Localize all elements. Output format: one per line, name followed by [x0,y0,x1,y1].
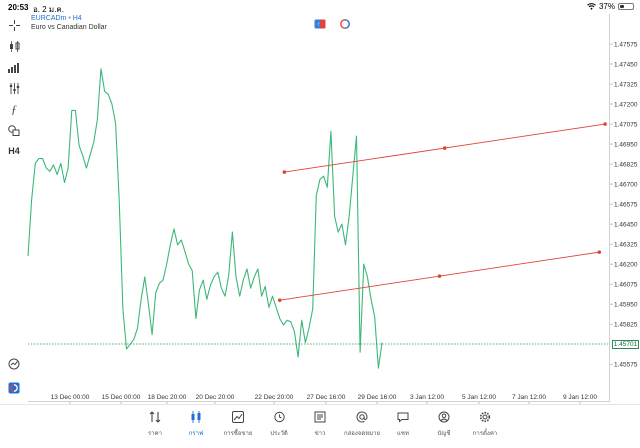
left-toolbar: ƒ H4 [0,14,28,402]
nav-news[interactable]: ข่าว [300,410,340,440]
battery-icon [618,3,634,10]
nav-mailbox-label: กล่องจดหมาย [343,431,381,437]
objects-shapes-icon[interactable] [7,123,21,137]
price-axis-label: 1.46450 [614,221,638,228]
candlestick-chart-icon[interactable] [7,39,21,53]
status-bar: 20:53 อ. 2 ม.ค. 37% [0,0,640,14]
trade-icon[interactable] [7,381,21,395]
symbol-timeframe: H4 [72,15,82,22]
nav-account[interactable]: บัญชี [424,410,464,440]
symbol-description: Euro vs Canadian Dollar [31,24,107,31]
status-time: 20:53 [8,3,29,12]
history-icon [272,410,286,424]
chart-overview-icon[interactable] [7,357,21,371]
nav-history-label: ประวัติ [270,431,288,437]
nav-history[interactable]: ประวัติ [259,410,299,440]
account-icon [437,410,451,424]
nav-account-label: บัญชี [437,431,451,437]
gear-icon [478,410,492,424]
price-axis-label: 1.47575 [614,41,638,48]
chart-area[interactable] [28,14,610,402]
one-click-trading-icon[interactable]: ↑ [314,19,326,29]
mailbox-icon [355,410,369,424]
current-price-tag: 1.45701 [612,339,639,349]
timeframe-button[interactable]: H4 [7,144,21,158]
depth-of-market-icon[interactable] [339,19,351,29]
nav-quotes-label: ราคา [148,431,162,437]
nav-news-label: ข่าว [314,431,326,437]
price-axis-label: 1.46700 [614,181,638,188]
news-icon [313,410,327,424]
price-axis-label: 1.46950 [614,141,638,148]
price-axis-label: 1.47325 [614,81,638,88]
nav-settings[interactable]: การตั้งค่า [465,410,505,440]
price-axis-label: 1.47075 [614,121,638,128]
nav-quotes[interactable]: ราคา [135,410,175,440]
nav-chart-label: กราฟ [188,431,204,437]
price-axis-label: 1.45825 [614,321,638,328]
nav-settings-label: การตั้งค่า [472,431,498,437]
nav-mailbox[interactable]: กล่องจดหมาย [342,410,382,440]
price-axis-label: 1.46075 [614,281,638,288]
crosshair-icon[interactable] [7,18,21,32]
bottom-nav: ราคา กราฟ การซื้อขาย ประวัติ ข่าว กล่องจ… [0,404,640,448]
chart-icon [189,410,203,424]
indicators-icon[interactable]: ƒ [7,102,21,116]
bar-chart-icon[interactable] [7,60,21,74]
price-axis-label: 1.46825 [614,161,638,168]
symbol-separator: • [68,15,71,22]
trade-chart-icon [231,410,245,424]
nav-chart[interactable]: กราฟ [176,410,216,440]
price-axis-label: 1.45575 [614,361,638,368]
price-axis-label: 1.46200 [614,261,638,268]
price-axis-label: 1.47200 [614,101,638,108]
battery-percent: 37% [598,2,615,11]
symbol-name: EURCADm [31,15,67,22]
price-axis-label: 1.46575 [614,201,638,208]
price-axis-label: 1.45950 [614,301,638,308]
nav-chat[interactable]: แชท [383,410,423,440]
symbol-title[interactable]: EURCADm • H4 [31,15,82,22]
quotes-icon [148,410,162,424]
nav-trade-label: การซื้อขาย [223,431,253,437]
nav-chat-label: แชท [397,431,409,437]
wifi-icon [587,3,596,10]
price-axis-label: 1.47450 [614,61,638,68]
price-axis-label: 1.46325 [614,241,638,248]
status-right: 37% [587,2,634,11]
nav-trade[interactable]: การซื้อขาย [218,410,258,440]
chat-icon [396,410,410,424]
svg-text:↑: ↑ [317,22,320,28]
settings-sliders-icon[interactable] [7,81,21,95]
